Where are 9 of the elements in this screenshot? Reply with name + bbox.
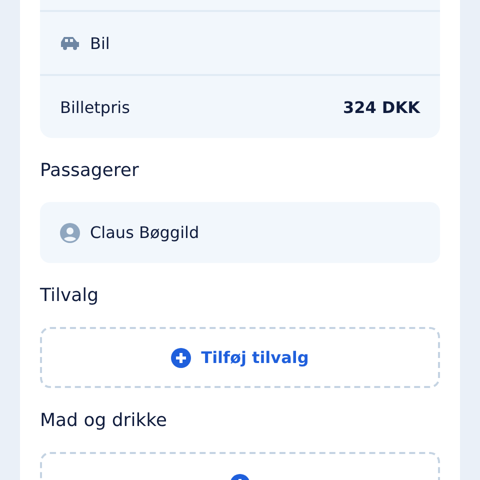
passenger-card[interactable]: Claus Bøggild <box>40 202 440 263</box>
passenger-name: Claus Bøggild <box>90 223 200 242</box>
price-value: 324 DKK <box>342 98 420 116</box>
price-label: Billetpris <box>60 98 130 116</box>
vehicle-label: Bil <box>90 34 110 52</box>
add-button[interactable]: Tilføj tilvalg <box>40 327 440 388</box>
section-heading: Passagerer <box>40 158 140 182</box>
section-heading: Tilvalg <box>40 284 100 308</box>
section-heading: Mad og drikke <box>40 408 168 432</box>
